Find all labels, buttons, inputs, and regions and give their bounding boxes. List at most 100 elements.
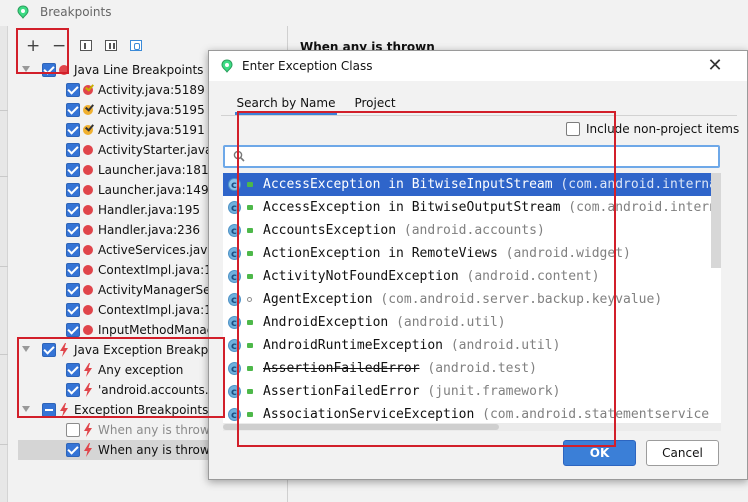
ok-button[interactable]: OK bbox=[563, 440, 636, 466]
public-lock-icon bbox=[247, 366, 253, 371]
tree-row-label: Launcher.java:1812 bbox=[98, 163, 217, 177]
verified-breakpoint-icon bbox=[83, 125, 93, 135]
breakpoint-enabled-checkbox[interactable] bbox=[66, 383, 80, 397]
exception-class-package: (junit.framework) bbox=[427, 384, 561, 399]
exception-class-row[interactable]: AndroidException (android.util) bbox=[223, 311, 721, 334]
breakpoint-enabled-checkbox[interactable] bbox=[66, 123, 80, 137]
verified-breakpoint-icon bbox=[83, 85, 93, 95]
breakpoint-enabled-checkbox[interactable] bbox=[66, 283, 80, 297]
exception-class-row[interactable]: AssertionFailedError (android.test) bbox=[223, 357, 721, 380]
exception-class-row[interactable]: AccountsException (android.accounts) bbox=[223, 219, 721, 242]
breakpoint-enabled-checkbox[interactable] bbox=[66, 363, 80, 377]
breakpoint-enabled-checkbox[interactable] bbox=[66, 323, 80, 337]
breakpoint-enabled-checkbox[interactable] bbox=[66, 83, 80, 97]
breakpoint-enabled-checkbox[interactable] bbox=[66, 143, 80, 157]
expand-arrow-icon[interactable] bbox=[22, 66, 30, 72]
breakpoints-title-bar: Breakpoints bbox=[0, 0, 748, 26]
exception-class-row[interactable]: ActivityNotFoundException (android.conte… bbox=[223, 265, 721, 288]
breakpoint-enabled-checkbox[interactable] bbox=[66, 243, 80, 257]
tree-row-label: Handler.java:236 bbox=[98, 223, 201, 237]
add-breakpoint-button[interactable]: + bbox=[26, 36, 40, 56]
exception-class-row[interactable]: AndroidRuntimeException (android.util) bbox=[223, 334, 721, 357]
breakpoint-enabled-checkbox[interactable] bbox=[42, 403, 56, 417]
dialog-title-bar: Enter Exception Class ✕ bbox=[209, 51, 747, 81]
public-lock-icon bbox=[247, 320, 253, 325]
breakpoint-enabled-checkbox[interactable] bbox=[66, 223, 80, 237]
exception-class-text: ActivityNotFoundException (android.conte… bbox=[263, 265, 600, 288]
breakpoint-enabled-checkbox[interactable] bbox=[42, 63, 56, 77]
exception-class-row[interactable]: AccessException in BitwiseOutputStream (… bbox=[223, 196, 721, 219]
exception-class-row[interactable]: ActionException in RemoteViews (android.… bbox=[223, 242, 721, 265]
search-icon bbox=[233, 150, 245, 162]
exception-class-package: (android.test) bbox=[427, 361, 537, 376]
include-non-project-checkbox[interactable] bbox=[566, 122, 580, 136]
exception-class-text: AccountsException (android.accounts) bbox=[263, 219, 545, 242]
breakpoint-enabled-checkbox[interactable] bbox=[66, 423, 80, 437]
expand-arrow-icon[interactable] bbox=[22, 346, 30, 352]
public-lock-icon bbox=[247, 343, 253, 348]
tree-row-label: Java Line Breakpoints bbox=[74, 63, 204, 77]
breakpoint-enabled-checkbox[interactable] bbox=[66, 163, 80, 177]
group-by-class-icon[interactable] bbox=[130, 40, 142, 51]
class-icon bbox=[228, 220, 241, 242]
close-icon[interactable]: ✕ bbox=[702, 54, 728, 78]
class-icon bbox=[228, 174, 241, 196]
expand-arrow-icon[interactable] bbox=[22, 406, 30, 412]
exception-class-text: AgentException (com.android.server.backu… bbox=[263, 288, 662, 311]
group-by-package-icon[interactable] bbox=[80, 40, 92, 51]
horizontal-scrollbar-thumb[interactable] bbox=[223, 424, 499, 430]
search-box[interactable] bbox=[223, 145, 720, 168]
exception-class-text: AndroidRuntimeException (android.util) bbox=[263, 334, 560, 357]
tab-underline bbox=[221, 115, 737, 116]
breakpoint-enabled-checkbox[interactable] bbox=[66, 183, 80, 197]
breakpoint-enabled-checkbox[interactable] bbox=[66, 443, 80, 457]
tab-search-by-name[interactable]: Search by Name bbox=[235, 93, 337, 115]
breakpoint-enabled-checkbox[interactable] bbox=[66, 303, 80, 317]
breakpoints-window-title: Breakpoints bbox=[40, 5, 112, 19]
breakpoint-enabled-checkbox[interactable] bbox=[66, 263, 80, 277]
tree-row-label: Handler.java:195 bbox=[98, 203, 201, 217]
exception-class-row[interactable]: AssertionFailedError (junit.framework) bbox=[223, 380, 721, 403]
exception-class-text: AssertionFailedError (junit.framework) bbox=[263, 380, 560, 403]
left-gutter bbox=[0, 26, 8, 502]
class-icon bbox=[228, 358, 241, 380]
exception-class-package: (com.android.intern bbox=[568, 200, 717, 215]
tree-row-label: Exception Breakpoints bbox=[74, 403, 209, 417]
exception-class-name: AccessException in BitwiseInputStream bbox=[263, 177, 553, 192]
line-breakpoint-dot-icon bbox=[83, 265, 93, 275]
exception-class-list[interactable]: AccessException in BitwiseInputStream (c… bbox=[223, 173, 721, 423]
exception-class-name: ActionException in RemoteViews bbox=[263, 246, 498, 261]
exception-class-row[interactable]: AssociationServiceException (com.android… bbox=[223, 403, 721, 423]
breakpoint-enabled-checkbox[interactable] bbox=[66, 203, 80, 217]
remove-breakpoint-button[interactable]: − bbox=[52, 36, 66, 56]
exception-breakpoint-bolt-icon bbox=[60, 403, 68, 417]
exception-class-name: AgentException bbox=[263, 292, 373, 307]
list-horizontal-scrollbar[interactable] bbox=[223, 423, 721, 431]
enter-exception-class-dialog: Enter Exception Class ✕ Search by Name P… bbox=[208, 50, 748, 480]
exception-class-name: AndroidRuntimeException bbox=[263, 338, 444, 353]
exception-class-package: (android.util) bbox=[396, 315, 506, 330]
search-input[interactable] bbox=[253, 148, 713, 165]
line-breakpoint-dot-icon bbox=[83, 285, 93, 295]
group-by-file-icon[interactable] bbox=[105, 40, 117, 51]
breakpoint-enabled-checkbox[interactable] bbox=[42, 343, 56, 357]
tree-row-label: Activity.java:5191 bbox=[98, 123, 205, 137]
include-non-project-label: Include non-project items bbox=[586, 122, 740, 136]
exception-class-text: AndroidException (android.util) bbox=[263, 311, 506, 334]
exception-class-package: (com.android.statementservice bbox=[482, 407, 710, 422]
breakpoint-enabled-checkbox[interactable] bbox=[66, 103, 80, 117]
class-icon bbox=[228, 312, 241, 334]
tree-row-label: Activity.java:5195 bbox=[98, 103, 205, 117]
android-studio-icon bbox=[221, 59, 233, 73]
exception-class-package: (android.accounts) bbox=[403, 223, 545, 238]
tab-project[interactable]: Project bbox=[347, 93, 403, 115]
list-vertical-scrollbar[interactable] bbox=[711, 173, 721, 268]
cancel-button[interactable]: Cancel bbox=[646, 440, 719, 466]
class-icon bbox=[228, 381, 241, 403]
exception-class-name: AssertionFailedError bbox=[263, 384, 420, 399]
exception-class-row[interactable]: AgentException (com.android.server.backu… bbox=[223, 288, 721, 311]
exception-class-name: AccountsException bbox=[263, 223, 397, 238]
verified-breakpoint-icon bbox=[83, 105, 93, 115]
exception-class-text: AssertionFailedError (android.test) bbox=[263, 357, 537, 380]
exception-class-row[interactable]: AccessException in BitwiseInputStream (c… bbox=[223, 173, 721, 196]
